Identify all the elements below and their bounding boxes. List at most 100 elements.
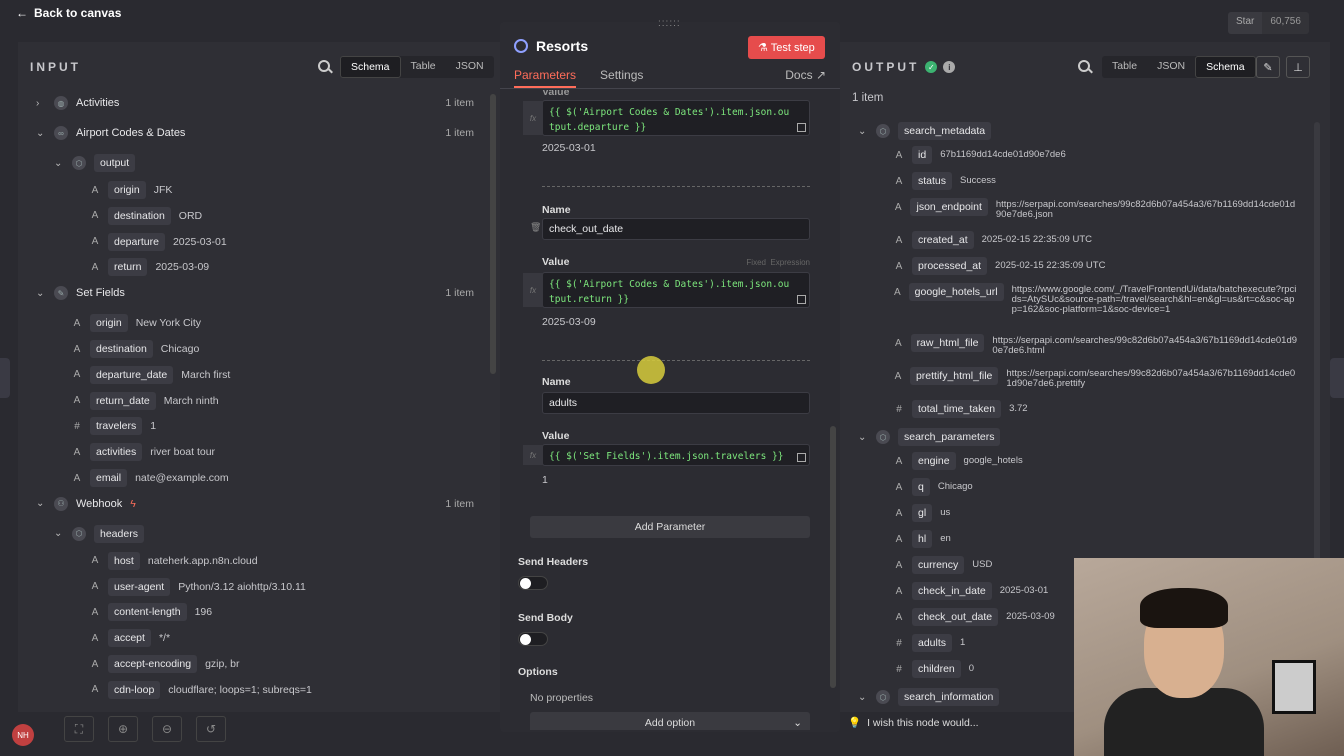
input-scrollbar[interactable] <box>490 94 496 374</box>
input-field-row: Ahost nateherk.app.n8n.cloud <box>90 550 258 572</box>
field-key[interactable]: check_in_date <box>912 582 992 600</box>
chevron-icon[interactable]: ⌄ <box>36 498 46 509</box>
field-key[interactable]: created_at <box>912 231 974 249</box>
fixed-expression-toggle[interactable]: Fixed Expression <box>746 258 810 267</box>
field-key[interactable]: departure_date <box>90 365 174 384</box>
field-key[interactable]: origin <box>90 314 128 333</box>
chevron-icon[interactable]: ⌄ <box>54 158 64 169</box>
field-key[interactable]: hl <box>912 530 933 548</box>
zoom-in-icon[interactable]: ⊕ <box>108 716 138 742</box>
expression-editor-3[interactable]: fx {{ $('Set Fields').item.json.traveler… <box>523 444 810 466</box>
field-key[interactable]: accept <box>108 629 151 648</box>
reset-icon[interactable]: ↺ <box>196 716 226 742</box>
avatar[interactable]: NH <box>12 724 34 746</box>
field-key[interactable]: adults <box>912 634 953 652</box>
send-body-toggle[interactable] <box>518 632 548 646</box>
chevron-down-icon[interactable]: ⌄ <box>858 126 868 137</box>
field-key[interactable]: check_out_date <box>912 608 999 626</box>
output-tab-table[interactable]: Table <box>1102 56 1147 78</box>
chevron-icon[interactable]: ⌄ <box>36 288 46 299</box>
add-option-dropdown[interactable]: Add option ⌄ <box>530 712 810 730</box>
chevron-icon[interactable]: ⌄ <box>54 528 64 539</box>
field-key[interactable]: travelers <box>90 417 143 436</box>
input-schema-tree: › ◍ Activities 1 item ⌄ ∞ Airport Codes & Date… <box>18 90 488 710</box>
field-key[interactable]: headers <box>94 524 144 543</box>
field-key[interactable]: raw_html_file <box>910 334 985 352</box>
field-key[interactable]: google_hotels_url <box>908 283 1004 301</box>
field-key[interactable]: q <box>912 478 930 496</box>
field-key[interactable]: accept-encoding <box>108 655 198 673</box>
add-parameter-button[interactable]: Add Parameter <box>530 516 810 538</box>
field-key[interactable]: return_date <box>90 391 156 410</box>
input-tab-json[interactable]: JSON <box>446 56 494 78</box>
field-key[interactable]: destination <box>90 340 153 358</box>
pin-icon[interactable]: ⊥ <box>1286 56 1310 78</box>
expression-editor-1[interactable]: fx {{ $('Airport Codes & Dates').item.js… <box>523 100 810 136</box>
back-to-canvas-button[interactable]: ← Back to canvas <box>16 6 121 20</box>
field-key[interactable]: host <box>108 551 140 570</box>
field-key[interactable]: cdn-loop <box>108 680 161 699</box>
field-key[interactable]: currency <box>912 556 965 574</box>
trash-icon[interactable]: 🗑 <box>530 222 541 233</box>
field-key[interactable]: prettify_html_file <box>909 367 999 385</box>
info-icon[interactable]: i <box>943 61 956 73</box>
field-key[interactable]: content-length <box>108 603 187 622</box>
field-key[interactable]: search_information <box>898 688 1000 706</box>
zoom-out-icon[interactable]: ⊖ <box>152 716 182 742</box>
parameter-name-input-2[interactable]: check_out_date <box>542 218 810 240</box>
drag-handle-icon[interactable]: :::::: <box>658 18 681 29</box>
field-key[interactable]: gl <box>912 504 933 522</box>
field-key[interactable]: search_parameters <box>898 428 1001 446</box>
search-icon[interactable] <box>318 60 330 72</box>
chevron-icon[interactable]: › <box>36 98 46 109</box>
field-key[interactable]: departure <box>108 232 165 251</box>
test-step-button[interactable]: ⚗ Test step <box>748 36 825 59</box>
edit-icon[interactable]: ✎ <box>1256 56 1280 78</box>
cube-icon: ⬡ <box>72 156 86 170</box>
feedback-toast[interactable]: 💡 I wish this node would... <box>848 716 979 730</box>
field-key[interactable]: search_metadata <box>898 122 992 140</box>
field-key[interactable]: id <box>912 146 933 164</box>
type-icon: # <box>896 664 902 675</box>
right-connected-node[interactable] <box>1330 358 1344 398</box>
input-tab-schema[interactable]: Schema <box>340 56 401 78</box>
left-connected-node[interactable] <box>0 358 10 398</box>
chevron-down-icon[interactable]: ⌄ <box>858 692 868 703</box>
expand-icon[interactable] <box>797 295 806 304</box>
field-key[interactable]: status <box>912 172 953 190</box>
fit-view-icon[interactable]: ⛶ <box>64 716 94 742</box>
field-key[interactable]: processed_at <box>912 257 988 275</box>
tab-parameters[interactable]: Parameters <box>514 68 577 88</box>
field-key[interactable]: return <box>108 258 148 277</box>
docs-link[interactable]: Docs ↗ <box>785 68 826 82</box>
expand-icon[interactable] <box>797 123 806 132</box>
output-scrollbar[interactable] <box>1314 122 1320 602</box>
input-header: INPUT Schema Table JSON <box>18 42 500 90</box>
output-tab-json[interactable]: JSON <box>1147 56 1195 78</box>
expand-icon[interactable] <box>797 453 806 462</box>
parameter-name-input-3[interactable]: adults <box>542 392 810 414</box>
output-tab-schema[interactable]: Schema <box>1195 56 1256 78</box>
field-key[interactable]: email <box>90 469 128 487</box>
person-hair <box>1140 588 1228 628</box>
tab-settings[interactable]: Settings <box>600 68 643 88</box>
send-headers-toggle[interactable] <box>518 576 548 590</box>
field-key[interactable]: total_time_taken <box>912 400 1002 418</box>
field-key[interactable]: json_endpoint <box>910 198 988 216</box>
field-key[interactable]: user-agent <box>108 577 171 596</box>
field-key[interactable]: destination <box>108 206 171 225</box>
chevron-icon[interactable]: ⌄ <box>36 128 46 139</box>
input-tab-table[interactable]: Table <box>401 56 446 78</box>
field-key[interactable]: engine <box>912 452 956 470</box>
pencil-icon: ✎ <box>54 286 68 301</box>
expression-editor-2[interactable]: fx {{ $('Airport Codes & Dates').item.js… <box>523 272 810 308</box>
field-key[interactable]: output <box>94 154 136 172</box>
chevron-down-icon[interactable]: ⌄ <box>858 432 868 443</box>
search-icon[interactable] <box>1078 60 1090 72</box>
field-key[interactable]: activities <box>90 443 143 462</box>
fx-icon: fx <box>523 101 543 135</box>
field-key[interactable]: origin <box>108 181 146 199</box>
github-star-button[interactable]: Star 60,756 <box>1228 12 1309 34</box>
parameters-scrollbar[interactable] <box>830 426 836 688</box>
field-key[interactable]: children <box>912 660 961 678</box>
